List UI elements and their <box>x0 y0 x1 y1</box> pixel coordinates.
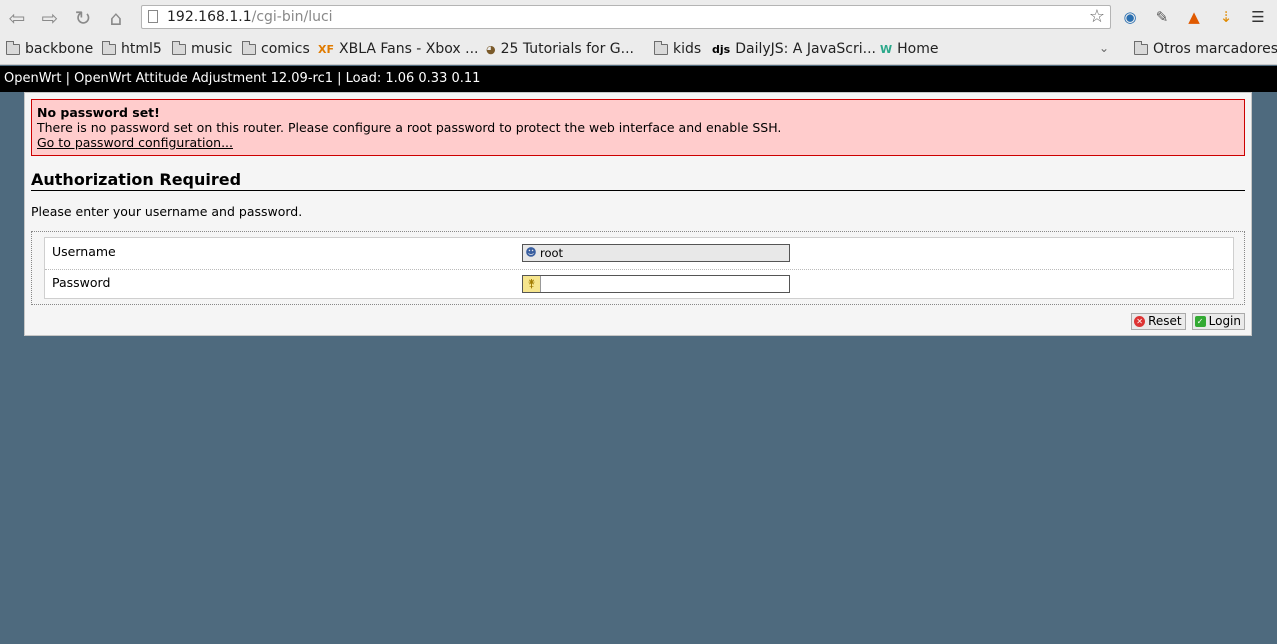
username-row: Username ☻ root <box>45 238 1233 270</box>
menu-icon[interactable]: ☰ <box>1247 6 1269 28</box>
firebug-icon[interactable]: ▲ <box>1183 6 1205 28</box>
user-icon: ☻ <box>525 246 537 259</box>
bookmark-star-icon[interactable]: ☆ <box>1089 6 1105 27</box>
w-icon: W <box>880 42 893 56</box>
folder-icon <box>102 40 116 55</box>
page-title: Authorization Required <box>31 170 1245 191</box>
reload-icon[interactable]: ↻ <box>71 6 95 30</box>
bookmark-kids[interactable]: kids <box>654 40 701 57</box>
djs-icon: djs <box>712 42 731 56</box>
download-arrow-icon[interactable]: ⇣ <box>1215 6 1237 28</box>
folder-icon <box>172 40 186 55</box>
no-password-alert: No password set! There is no password se… <box>31 99 1245 156</box>
bookmark-25-tutorials[interactable]: ◕ 25 Tutorials for G... <box>486 41 634 57</box>
key-icon: ⚵ <box>523 276 541 292</box>
bookmark-xbla-fans[interactable]: XF XBLA Fans - Xbox ... <box>318 41 479 57</box>
browser-toolbar: ⇦ ⇨ ↻ ⌂ 192.168.1.1/cgi-bin/luci ☆ ◉ ✎ ▲… <box>0 0 1277 36</box>
bookmarks-bar: backbone html5 music comics XF XBLA Fans … <box>0 36 1277 65</box>
folder-icon <box>242 40 256 55</box>
tutorials-icon: ◕ <box>486 42 496 56</box>
extension-tool-icon[interactable]: ✎ <box>1151 6 1173 28</box>
bookmark-music[interactable]: music <box>172 40 232 57</box>
page-icon <box>148 10 158 23</box>
reset-button[interactable]: ✕ Reset <box>1131 313 1186 330</box>
bookmarks-overflow-chevron-icon[interactable]: ⌄ <box>1099 41 1109 55</box>
auth-description: Please enter your username and password. <box>31 204 303 219</box>
reset-icon: ✕ <box>1134 316 1146 327</box>
back-icon[interactable]: ⇦ <box>5 6 29 30</box>
bookmark-html5[interactable]: html5 <box>102 40 162 57</box>
forward-icon[interactable]: ⇨ <box>38 6 62 30</box>
bookmark-dailyjs[interactable]: djs DailyJS: A JavaScri... <box>712 41 876 57</box>
bookmark-comics[interactable]: comics <box>242 40 310 57</box>
username-input[interactable]: ☻ root <box>522 244 790 262</box>
url-bar[interactable]: 192.168.1.1/cgi-bin/luci ☆ <box>141 5 1111 29</box>
password-label: Password <box>52 275 111 290</box>
login-icon: ✓ <box>1194 316 1206 327</box>
folder-icon <box>6 40 20 55</box>
password-config-link[interactable]: Go to password configuration... <box>37 135 1239 150</box>
bookmark-home[interactable]: W Home <box>880 41 938 57</box>
url-text: 192.168.1.1/cgi-bin/luci <box>167 9 333 25</box>
site-header: OpenWrt | OpenWrt Attitude Adjustment 12… <box>0 66 1277 92</box>
bookmark-backbone[interactable]: backbone <box>6 40 93 57</box>
username-label: Username <box>52 244 116 259</box>
globe-icon[interactable]: ◉ <box>1119 6 1141 28</box>
alert-message: There is no password set on this router.… <box>37 120 782 135</box>
login-button[interactable]: ✓ Login <box>1191 313 1245 330</box>
alert-title: No password set! <box>37 105 160 120</box>
password-row: Password ⚵ <box>45 269 1233 300</box>
xf-icon: XF <box>318 42 334 56</box>
main-content: No password set! There is no password se… <box>24 92 1252 336</box>
bookmark-other[interactable]: Otros marcadores <box>1134 40 1277 57</box>
folder-icon <box>654 40 668 55</box>
password-input[interactable]: ⚵ <box>522 275 790 293</box>
folder-icon <box>1134 40 1148 55</box>
home-icon[interactable]: ⌂ <box>104 6 128 30</box>
login-fieldset: Username ☻ root Password ⚵ <box>31 231 1245 305</box>
